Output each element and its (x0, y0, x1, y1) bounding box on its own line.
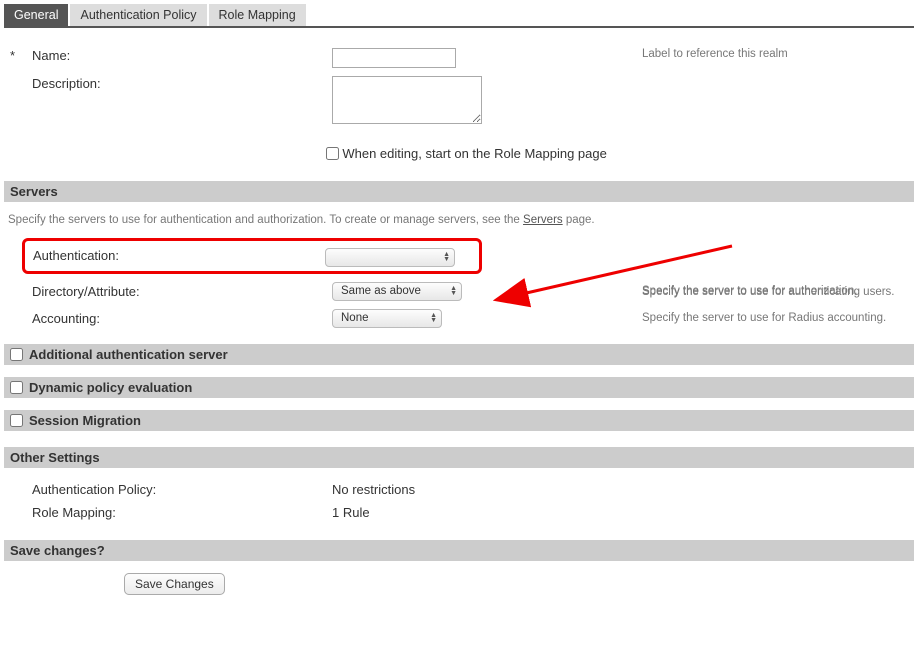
select-arrows-icon: ▲▼ (443, 252, 450, 262)
required-star: * (4, 48, 32, 63)
accounting-help: Specify the server to use for Radius acc… (642, 312, 914, 324)
tab-general[interactable]: General (4, 4, 68, 26)
name-help: Label to reference this realm (642, 48, 914, 60)
servers-link[interactable]: Servers (523, 214, 563, 226)
directory-select[interactable]: Same as above ▲▼ (332, 282, 462, 301)
authentication-label: Authentication: (33, 248, 325, 263)
editing-start-checkbox[interactable] (326, 147, 339, 160)
auth-policy-setting-label: Authentication Policy: (32, 482, 332, 497)
auth-policy-setting-value: No restrictions (332, 482, 415, 497)
authentication-highlight: Authentication: ▲▼ (22, 238, 482, 274)
name-label: Name: (32, 48, 332, 63)
additional-auth-label: Additional authentication server (29, 347, 228, 362)
description-textarea[interactable] (332, 76, 482, 124)
select-arrows-icon: ▲▼ (450, 286, 457, 296)
save-changes-button[interactable]: Save Changes (124, 573, 225, 595)
accounting-select[interactable]: None ▲▼ (332, 309, 442, 328)
servers-header: Servers (4, 181, 914, 202)
other-settings-header: Other Settings (4, 447, 914, 468)
servers-note: Specify the servers to use for authentic… (4, 202, 914, 238)
description-label: Description: (32, 76, 332, 91)
authentication-select[interactable]: ▲▼ (325, 248, 455, 267)
editing-start-label: When editing, start on the Role Mapping … (342, 146, 607, 161)
accounting-label: Accounting: (32, 311, 332, 326)
session-migration-label: Session Migration (29, 413, 141, 428)
role-mapping-setting-value: 1 Rule (332, 505, 370, 520)
save-changes-header: Save changes? (4, 540, 914, 561)
select-arrows-icon: ▲▼ (430, 313, 437, 323)
tab-role-mapping[interactable]: Role Mapping (209, 4, 306, 26)
tab-bar: General Authentication Policy Role Mappi… (4, 4, 914, 28)
authentication-help: Specify the server to use for authentica… (642, 286, 895, 298)
dynamic-policy-checkbox[interactable] (10, 381, 23, 394)
tab-auth-policy[interactable]: Authentication Policy (70, 4, 206, 26)
directory-label: Directory/Attribute: (32, 284, 332, 299)
dynamic-policy-label: Dynamic policy evaluation (29, 380, 192, 395)
name-input[interactable] (332, 48, 456, 68)
additional-auth-checkbox[interactable] (10, 348, 23, 361)
session-migration-checkbox[interactable] (10, 414, 23, 427)
role-mapping-setting-label: Role Mapping: (32, 505, 332, 520)
